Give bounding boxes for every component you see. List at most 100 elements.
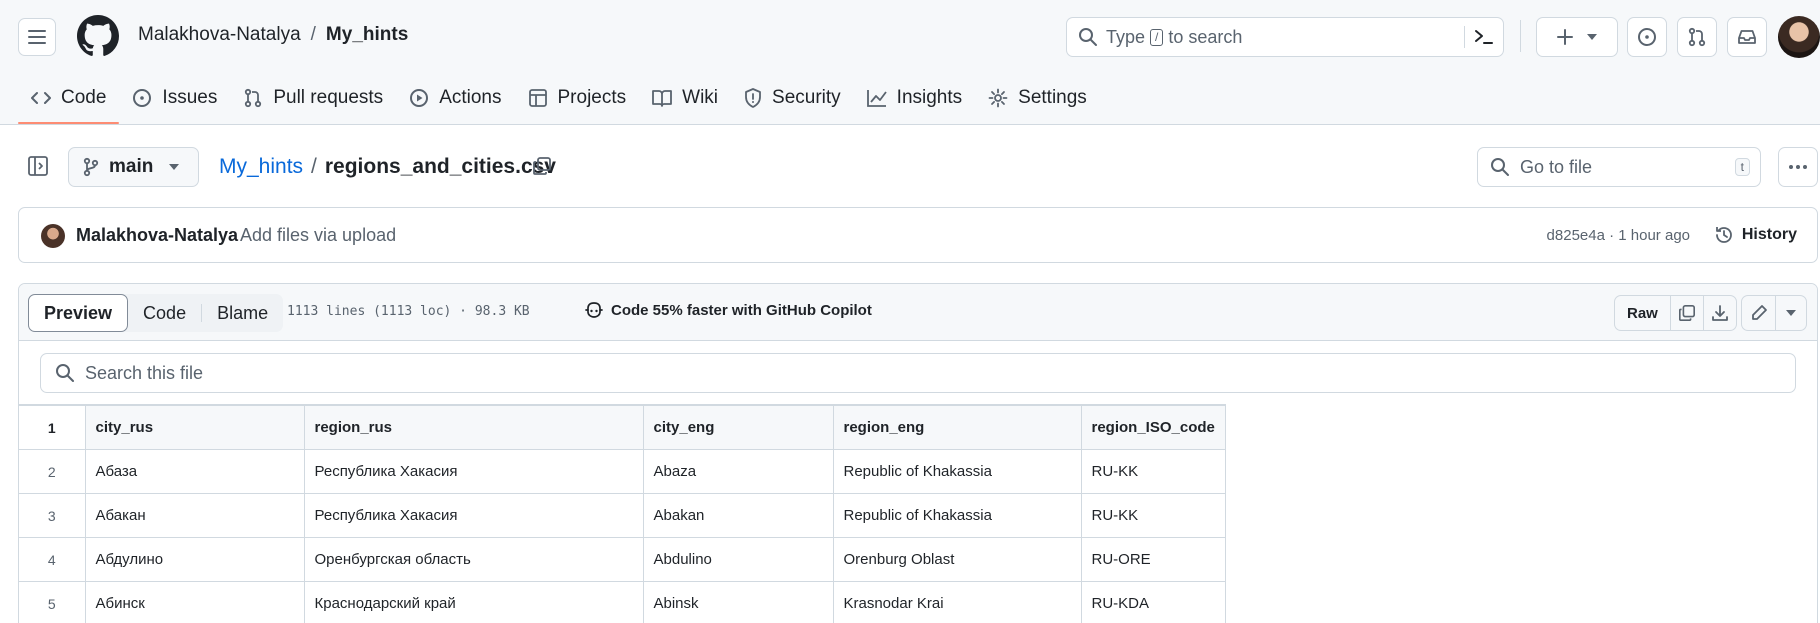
search-icon (1491, 158, 1509, 176)
table-cell: Краснодарский край (303, 581, 644, 623)
tab-issues[interactable]: Issues (119, 76, 230, 120)
inbox-button[interactable] (1727, 17, 1767, 57)
tab-wiki[interactable]: Wiki (639, 76, 731, 120)
table-cell: Orenburg Oblast (832, 537, 1082, 582)
copy-icon (533, 157, 551, 175)
header-divider (1520, 20, 1521, 52)
view-mode-switcher: Preview Code Blame (28, 294, 284, 332)
user-avatar[interactable] (1778, 16, 1820, 58)
table-cell: RU-KK (1080, 493, 1226, 538)
table-cell: Абакан (84, 493, 305, 538)
table-cell: Abdulino (642, 537, 834, 582)
branch-selector[interactable]: main (68, 147, 199, 187)
table-cell: Abinsk (642, 581, 834, 623)
go-to-file-shortcut: t (1734, 158, 1750, 176)
tab-actions-label: Actions (439, 87, 502, 108)
github-logo-icon[interactable] (77, 15, 119, 57)
search-placeholder-prefix: Type (1106, 26, 1146, 47)
blame-tab[interactable]: Blame (202, 294, 283, 332)
search-shortcut-key: / (1150, 28, 1164, 46)
table-row: 2 Абаза Республика Хакасия Abaza Republi… (19, 449, 1226, 494)
tab-settings[interactable]: Settings (975, 76, 1100, 120)
commit-message[interactable]: Add files via upload (240, 225, 396, 246)
pull-requests-button[interactable] (1677, 17, 1717, 57)
code-icon (31, 92, 51, 104)
go-to-file-input[interactable]: Go to file t (1477, 147, 1761, 187)
line-number[interactable]: 4 (19, 537, 86, 582)
copy-path-button[interactable] (532, 156, 552, 176)
sidebar-expand-icon (28, 156, 48, 176)
kebab-horizontal-icon (1789, 165, 1807, 169)
tab-projects-label: Projects (557, 87, 627, 108)
command-palette-icon[interactable] (1474, 28, 1494, 46)
tab-code[interactable]: Code (18, 76, 120, 124)
issues-button[interactable] (1627, 17, 1667, 57)
file-viewer: Preview Code Blame 1113 lines (1113 loc)… (18, 283, 1818, 623)
breadcrumb-separator: / (310, 24, 316, 45)
pencil-icon (1751, 305, 1767, 320)
tab-projects[interactable]: Projects (515, 76, 640, 120)
git-pull-request-icon (1688, 27, 1706, 47)
hamburger-icon (28, 30, 46, 44)
line-number[interactable]: 5 (19, 581, 86, 623)
line-number[interactable]: 2 (19, 449, 86, 494)
raw-button[interactable]: Raw (1615, 296, 1670, 330)
plus-icon (1557, 29, 1573, 45)
code-view-tab[interactable]: Code (128, 294, 201, 332)
tab-insights-label: Insights (896, 87, 963, 108)
line-number[interactable]: 1 (19, 405, 86, 450)
history-button[interactable]: History (1706, 217, 1805, 253)
table-cell: Оренбургская область (303, 537, 644, 582)
file-breadcrumb-separator: / (311, 155, 317, 178)
create-new-button[interactable] (1536, 17, 1618, 57)
tab-pull-requests[interactable]: Pull requests (230, 76, 396, 120)
copy-icon (1678, 304, 1695, 322)
copilot-icon (585, 302, 603, 318)
gear-icon (988, 88, 1008, 108)
commit-author[interactable]: Malakhova-Natalya (76, 225, 238, 246)
search-icon (1079, 28, 1097, 46)
tab-actions[interactable]: Actions (396, 76, 514, 120)
shield-icon (745, 88, 761, 108)
global-search-input[interactable]: Type / to search (1066, 17, 1504, 57)
more-options-button[interactable] (1778, 147, 1818, 187)
menu-button[interactable] (18, 18, 56, 56)
play-icon (410, 89, 429, 107)
tab-security[interactable]: Security (731, 76, 854, 120)
raw-actions-group: Raw (1614, 295, 1737, 331)
file-viewer-header: Preview Code Blame 1113 lines (1113 loc)… (19, 284, 1817, 341)
copy-raw-button[interactable] (1669, 296, 1703, 330)
issue-icon (133, 89, 152, 107)
edit-file-button[interactable] (1742, 296, 1775, 330)
column-header: region_rus (303, 405, 644, 450)
owner-link[interactable]: Malakhova-Natalya (138, 24, 301, 46)
table-row: 5 Абинск Краснодарский край Abinsk Krasn… (19, 581, 1226, 623)
tab-insights[interactable]: Insights (854, 76, 975, 120)
repo-tabs: Code Issues Pull requests Actions Projec… (18, 76, 1100, 124)
search-divider (1464, 26, 1465, 48)
copilot-promo[interactable]: Code 55% faster with GitHub Copilot (584, 301, 872, 319)
tab-issues-label: Issues (162, 87, 218, 108)
column-header: city_eng (642, 405, 834, 450)
repo-link[interactable]: My_hints (326, 24, 408, 46)
preview-tab[interactable]: Preview (28, 294, 129, 332)
table-cell: Republic of Khakassia (832, 449, 1082, 494)
download-button[interactable] (1702, 296, 1736, 330)
edit-options-button[interactable] (1775, 296, 1806, 330)
line-number[interactable]: 3 (19, 493, 86, 538)
column-header: city_rus (84, 405, 305, 450)
triangle-down-icon (169, 164, 180, 170)
tab-wiki-label: Wiki (682, 87, 719, 108)
expand-file-tree-button[interactable] (24, 152, 52, 180)
table-cell: Republic of Khakassia (832, 493, 1082, 538)
search-placeholder: Type / to search (1106, 27, 1242, 48)
commit-meta[interactable]: d825e4a · 1 hour ago (1547, 227, 1690, 244)
copilot-promo-label: Code 55% faster with GitHub Copilot (611, 301, 872, 319)
search-this-file-placeholder: Search this file (85, 362, 204, 383)
csv-table-container: 1 city_rus region_rus city_eng region_en… (19, 404, 1226, 623)
commit-author-avatar[interactable] (41, 224, 65, 248)
edit-actions-group (1741, 295, 1807, 331)
search-this-file-input[interactable]: Search this file (40, 353, 1796, 393)
table-cell: RU-KDA (1080, 581, 1226, 623)
file-breadcrumb-repo-link[interactable]: My_hints (219, 155, 303, 179)
